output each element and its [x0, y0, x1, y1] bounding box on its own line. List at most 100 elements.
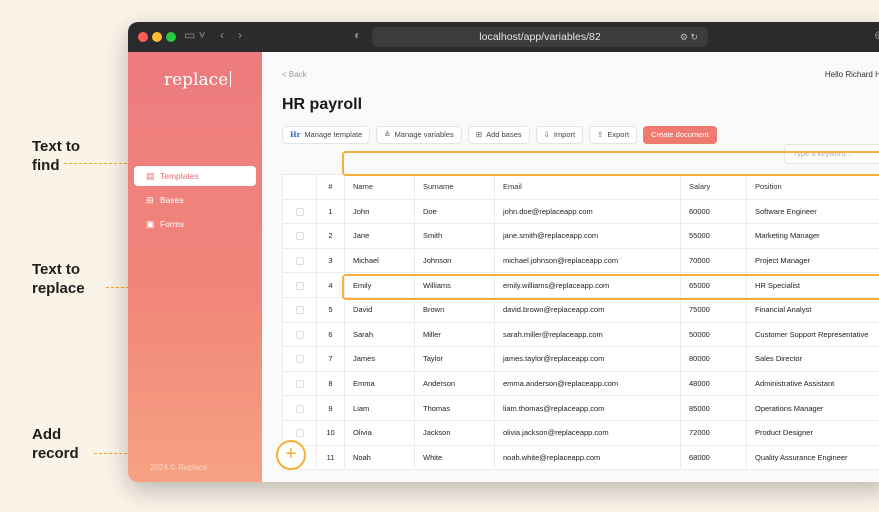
create-document-button[interactable]: Create document [643, 126, 717, 144]
table-row[interactable]: 1 John Doe john.doe@replaceapp.com 60000 Soft… [282, 198, 879, 225]
cell-position[interactable]: HR Specialist [746, 272, 879, 298]
cell-name[interactable]: Olivia [344, 419, 415, 446]
sidebar-item-templates[interactable]: ▤ Templates [134, 166, 256, 186]
row-checkbox-cell[interactable] [282, 321, 317, 348]
table-row[interactable]: 9 Liam Thomas liam.thomas@replaceapp.com 850… [282, 395, 879, 421]
cell-email[interactable]: david.brown@replaceapp.com [494, 296, 681, 323]
cell-surname[interactable]: Smith [414, 223, 495, 249]
table-row[interactable]: 3 Michael Johnson michael.johnson@replaceap… [282, 247, 879, 274]
cell-name[interactable]: John [344, 198, 415, 225]
cell-salary[interactable]: 70000 [680, 247, 747, 274]
header-position[interactable]: Position [746, 174, 879, 200]
header-name[interactable]: Name [344, 174, 415, 200]
cell-surname[interactable]: Anderson [414, 370, 495, 397]
cell-email[interactable]: olivia.jackson@replaceapp.com [494, 419, 681, 446]
row-checkbox-cell[interactable] [282, 247, 317, 274]
table-row[interactable]: 11 Noah White noah.white@replaceapp.com 6800… [282, 444, 879, 471]
header-salary[interactable]: Salary [680, 174, 747, 200]
table-row[interactable]: 4 Emily Williams emily.williams@replaceapp.… [282, 272, 879, 298]
row-checkbox-cell[interactable] [282, 198, 317, 225]
minimize-window-button[interactable] [152, 32, 162, 42]
back-link[interactable]: < Back [282, 70, 307, 79]
cell-position[interactable]: Product Designer [746, 419, 879, 446]
cell-surname[interactable]: Taylor [414, 346, 495, 372]
zoom-window-button[interactable] [166, 32, 176, 42]
cell-salary[interactable]: 85000 [680, 395, 747, 421]
download-icon[interactable]: ⊕ [874, 28, 879, 42]
cell-position[interactable]: Operations Manager [746, 395, 879, 421]
sidebar-toggle-icon[interactable]: ▭ ˅ [184, 28, 206, 42]
reload-icon[interactable]: ⚙ ↻ [680, 27, 698, 47]
import-button[interactable]: ⇩ Import [535, 126, 584, 144]
cell-email[interactable]: jane.smith@replaceapp.com [494, 223, 681, 249]
cell-position[interactable]: Financial Analyst [746, 296, 879, 323]
cell-email[interactable]: emma.anderson@replaceapp.com [494, 370, 681, 397]
cell-name[interactable]: James [344, 346, 415, 372]
manage-variables-button[interactable]: ≜ Manage variables [376, 126, 462, 144]
sidebar-item-forms[interactable]: ▣ Forms [134, 214, 256, 234]
row-checkbox-cell[interactable] [282, 370, 317, 397]
cell-surname[interactable]: Johnson [414, 247, 495, 274]
cell-name[interactable]: Emily [344, 272, 415, 298]
header-surname[interactable]: Surname [414, 174, 495, 200]
row-checkbox[interactable] [295, 207, 304, 216]
cell-email[interactable]: john.doe@replaceapp.com [494, 198, 681, 225]
cell-position[interactable]: Sales Director [746, 346, 879, 372]
table-row[interactable]: 2 Jane Smith jane.smith@replaceapp.com 55000… [282, 223, 879, 249]
cell-email[interactable]: sarah.miller@replaceapp.com [494, 321, 681, 348]
forward-arrow-icon[interactable]: › [238, 28, 242, 42]
cell-position[interactable]: Software Engineer [746, 198, 879, 225]
row-checkbox-cell[interactable] [282, 296, 317, 323]
row-checkbox[interactable] [295, 281, 304, 290]
row-checkbox-cell[interactable] [282, 272, 317, 298]
table-row[interactable]: 5 David Brown david.brown@replaceapp.com 750… [282, 296, 879, 323]
cell-salary[interactable]: 55000 [680, 223, 747, 249]
cell-name[interactable]: Liam [344, 395, 415, 421]
cell-position[interactable]: Marketing Manager [746, 223, 879, 249]
cell-name[interactable]: Emma [344, 370, 415, 397]
row-checkbox[interactable] [295, 232, 304, 241]
back-arrow-icon[interactable]: ‹ [220, 28, 224, 42]
manage-template-button[interactable]: Hr Manage template [282, 126, 371, 144]
export-button[interactable]: ⇪ Export [589, 126, 638, 144]
cell-surname[interactable]: Jackson [414, 419, 495, 446]
row-checkbox[interactable] [295, 355, 304, 364]
table-row[interactable]: 7 James Taylor james.taylor@replaceapp.com 8… [282, 346, 879, 372]
row-checkbox[interactable] [295, 429, 304, 438]
table-row[interactable]: 6 Sarah Miller sarah.miller@replaceapp.com 5… [282, 321, 879, 348]
row-checkbox[interactable] [295, 257, 304, 266]
cell-surname[interactable]: Miller [414, 321, 495, 348]
header-email[interactable]: Email [494, 174, 681, 200]
cell-surname[interactable]: Thomas [414, 395, 495, 421]
row-checkbox-cell[interactable] [282, 395, 317, 421]
user-greeting[interactable]: Hello Richard Her [825, 70, 879, 79]
cell-salary[interactable]: 65000 [680, 272, 747, 298]
row-checkbox[interactable] [295, 404, 304, 413]
address-bar[interactable]: localhost/app/variables/82 ⚙ ↻ [372, 27, 708, 47]
add-record-button[interactable]: + [276, 440, 306, 470]
cell-salary[interactable]: 60000 [680, 198, 747, 225]
row-checkbox[interactable] [295, 330, 304, 339]
cell-surname[interactable]: White [414, 444, 495, 471]
cell-salary[interactable]: 68000 [680, 444, 747, 471]
cell-email[interactable]: james.taylor@replaceapp.com [494, 346, 681, 372]
cell-salary[interactable]: 50000 [680, 321, 747, 348]
cell-name[interactable]: David [344, 296, 415, 323]
cell-position[interactable]: Project Manager [746, 247, 879, 274]
cell-surname[interactable]: Brown [414, 296, 495, 323]
cell-name[interactable]: Sarah [344, 321, 415, 348]
row-checkbox-cell[interactable] [282, 346, 317, 372]
cell-salary[interactable]: 75000 [680, 296, 747, 323]
cell-position[interactable]: Administrative Assistant [746, 370, 879, 397]
add-bases-button[interactable]: ⊞ Add bases [467, 126, 530, 144]
cell-name[interactable]: Jane [344, 223, 415, 249]
cell-email[interactable]: noah.white@replaceapp.com [494, 444, 681, 471]
row-checkbox[interactable] [295, 380, 304, 389]
close-window-button[interactable] [138, 32, 148, 42]
cell-surname[interactable]: Williams [414, 272, 495, 298]
cell-surname[interactable]: Doe [414, 198, 495, 225]
cell-salary[interactable]: 80000 [680, 346, 747, 372]
cell-name[interactable]: Noah [344, 444, 415, 471]
table-row[interactable]: 8 Emma Anderson emma.anderson@replaceapp.co… [282, 370, 879, 397]
sidebar-item-bases[interactable]: ⊞ Bases [134, 190, 256, 210]
